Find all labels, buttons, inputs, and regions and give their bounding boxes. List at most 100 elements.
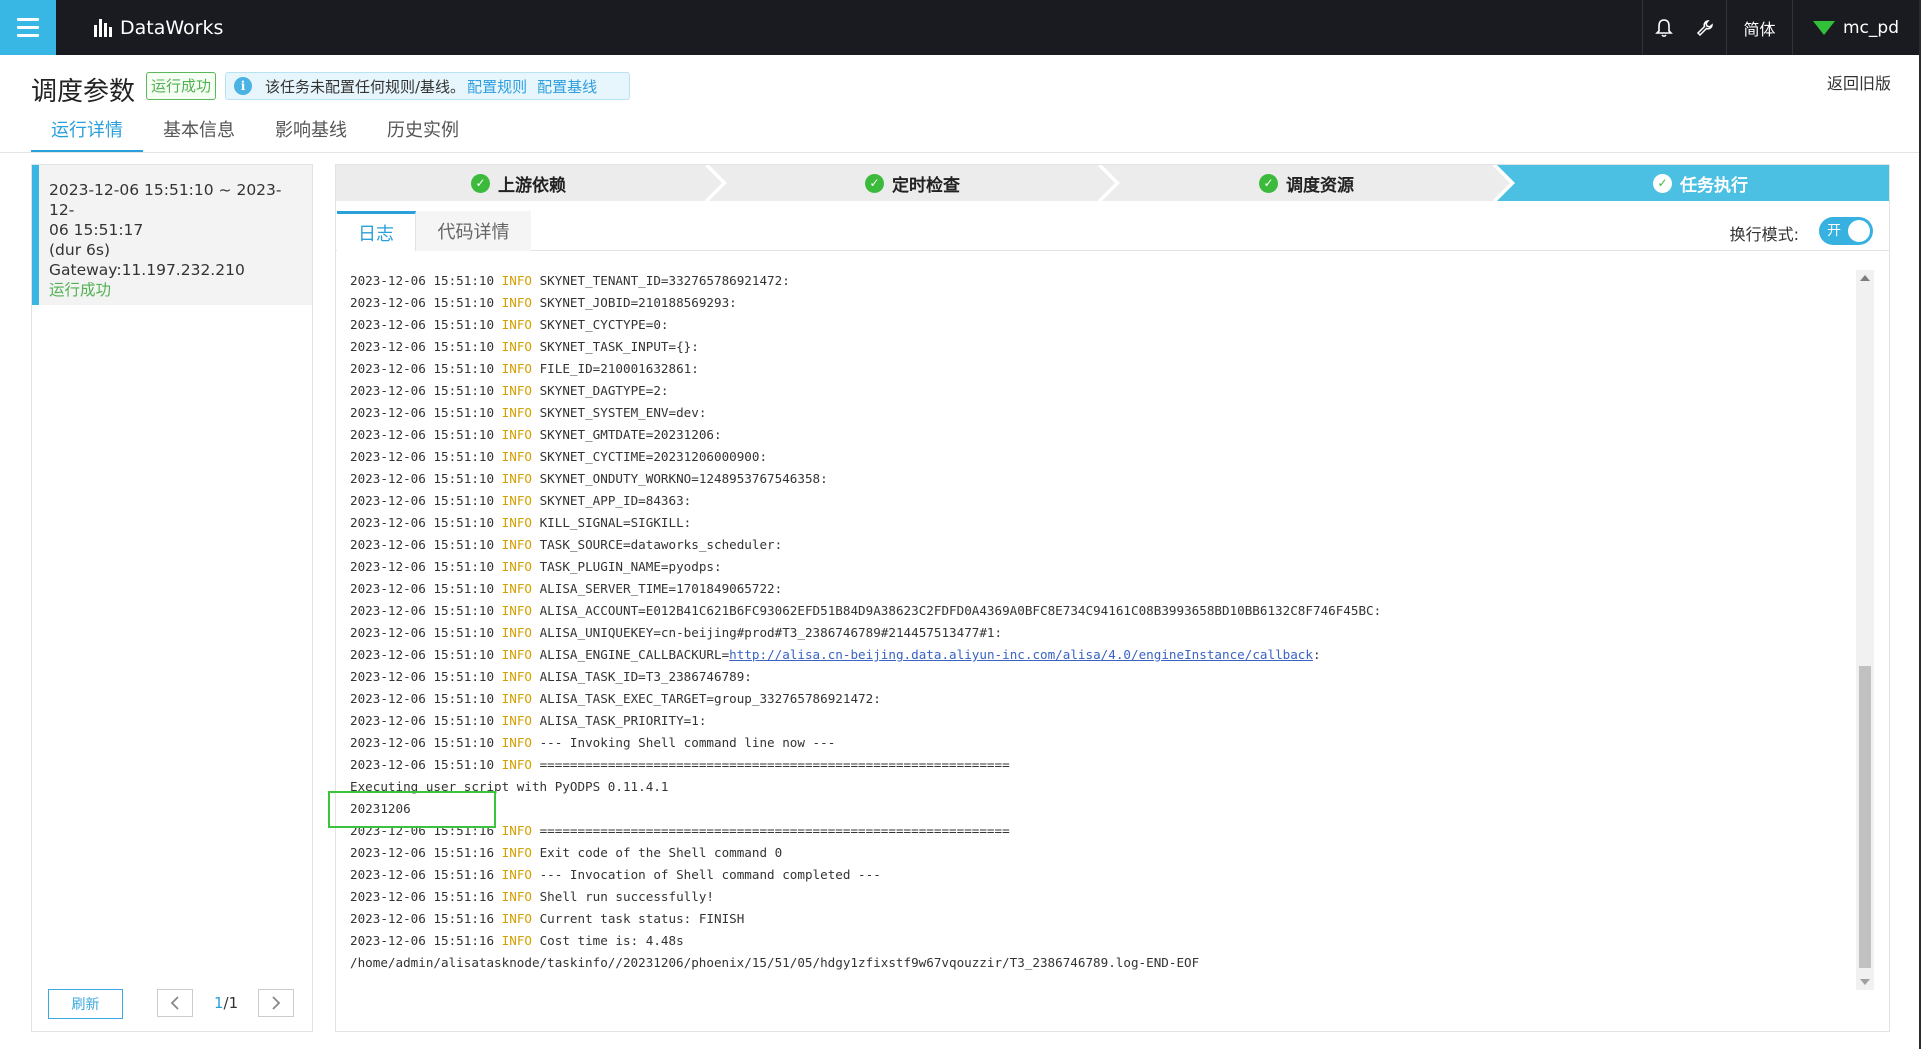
step-upstream-dependency[interactable]: ✓ 上游依赖 [471, 165, 566, 201]
username: mc_pd [1843, 17, 1899, 38]
user-badge-icon [1813, 20, 1835, 35]
log-line: 2023-12-06 15:51:10 INFO SKYNET_CYCTYPE=… [350, 314, 1860, 336]
user-menu[interactable]: mc_pd [1792, 0, 1921, 55]
log-line: 2023-12-06 15:51:16 INFO Current task st… [350, 908, 1860, 930]
log-timestamp: 2023-12-06 15:51:10 [350, 383, 495, 398]
tab-affected-baseline[interactable]: 影响基线 [255, 120, 367, 153]
wrench-icon[interactable] [1684, 0, 1726, 55]
refresh-button[interactable]: 刷新 [48, 989, 123, 1019]
log-scrollbar[interactable] [1856, 270, 1874, 990]
log-timestamp: 2023-12-06 15:51:10 [350, 295, 495, 310]
log-message: TASK_SOURCE=dataworks_scheduler: [539, 537, 783, 552]
log-line: 2023-12-06 15:51:10 INFO ALISA_UNIQUEKEY… [350, 622, 1860, 644]
log-timestamp: 2023-12-06 15:51:10 [350, 515, 495, 530]
log-message: ALISA_TASK_EXEC_TARGET=group_33276578692… [539, 691, 881, 706]
log-message: ALISA_ENGINE_CALLBACKURL= [539, 647, 730, 662]
log-message: Exit code of the Shell command 0 [539, 845, 783, 860]
status-badge: 运行成功 [146, 72, 217, 100]
main-tabs: 运行详情 基本信息 影响基线 历史实例 [31, 120, 479, 153]
log-timestamp: 2023-12-06 15:51:10 [350, 647, 495, 662]
tab-history-instances[interactable]: 历史实例 [367, 120, 479, 153]
log-level: INFO [501, 735, 532, 750]
log-message: KILL_SIGNAL=SIGKILL: [539, 515, 692, 530]
language-switch[interactable]: 简体 [1726, 0, 1792, 55]
log-level: INFO [501, 317, 532, 332]
log-message: ALISA_SERVER_TIME=1701849065722: [539, 581, 783, 596]
log-level: INFO [501, 537, 532, 552]
log-level: INFO [501, 339, 532, 354]
log-level: INFO [501, 273, 532, 288]
step-label: 定时检查 [892, 175, 960, 196]
step-label: 调度资源 [1286, 175, 1354, 196]
log-message: SKYNET_CYCTYPE=0: [539, 317, 669, 332]
callback-url-link[interactable]: http://alisa.cn-beijing.data.aliyun-inc.… [729, 647, 1313, 662]
log-line: 2023-12-06 15:51:10 INFO FILE_ID=2100016… [350, 358, 1860, 380]
log-message-suffix: : [1312, 647, 1321, 662]
log-output[interactable]: 2023-12-06 15:51:10 INFO SKYNET_TENANT_I… [350, 270, 1860, 990]
log-timestamp: 2023-12-06 15:51:10 [350, 537, 495, 552]
log-message: Shell run successfully! [539, 889, 714, 904]
scrollbar-thumb[interactable] [1859, 666, 1871, 968]
log-timestamp: 2023-12-06 15:51:10 [350, 757, 495, 772]
chevron-left-icon [170, 996, 179, 1010]
scroll-up-arrow-icon[interactable] [1860, 275, 1870, 281]
wrap-mode-label: 换行模式: [1729, 225, 1799, 244]
step-timer-check[interactable]: ✓ 定时检查 [865, 165, 960, 201]
log-timestamp: 2023-12-06 15:51:16 [350, 889, 495, 904]
log-level: INFO [501, 691, 532, 706]
log-line: 2023-12-06 15:51:10 INFO ALISA_TASK_EXEC… [350, 688, 1860, 710]
step-scheduling-resource[interactable]: ✓ 调度资源 [1259, 165, 1354, 201]
bell-icon[interactable] [1642, 0, 1684, 55]
log-level: INFO [501, 295, 532, 310]
wrap-mode-toggle[interactable]: 开 [1819, 217, 1873, 245]
log-message: SKYNET_SYSTEM_ENV=dev: [539, 405, 707, 420]
check-circle-icon: ✓ [1259, 173, 1278, 193]
log-line: Executing user script with PyODPS 0.11.4… [350, 776, 1860, 798]
tab-run-details[interactable]: 运行详情 [31, 120, 143, 153]
log-line: 2023-12-06 15:51:10 INFO ALISA_ACCOUNT=E… [350, 600, 1860, 622]
prev-page-button[interactable] [157, 989, 193, 1017]
run-duration: (dur 6s) [49, 241, 110, 259]
log-line: 2023-12-06 15:51:10 INFO ===============… [350, 754, 1860, 776]
log-line: 2023-12-06 15:51:10 INFO KILL_SIGNAL=SIG… [350, 512, 1860, 534]
log-message: SKYNET_TASK_INPUT={}: [539, 339, 699, 354]
step-label: 任务执行 [1680, 175, 1748, 196]
next-page-button[interactable] [258, 989, 294, 1017]
log-message: --- Invocation of Shell command complete… [539, 867, 881, 882]
log-timestamp: 2023-12-06 15:51:10 [350, 427, 495, 442]
tab-basic-info[interactable]: 基本信息 [143, 120, 255, 153]
log-timestamp: 2023-12-06 15:51:10 [350, 735, 495, 750]
step-task-execution[interactable]: ✓ 任务执行 [1653, 165, 1748, 201]
log-line: 2023-12-06 15:51:10 INFO SKYNET_TASK_INP… [350, 336, 1860, 358]
log-line: 2023-12-06 15:51:10 INFO SKYNET_TENANT_I… [350, 270, 1860, 292]
configure-baseline-link[interactable]: 配置基线 [537, 76, 597, 97]
tab-log[interactable]: 日志 [337, 211, 416, 251]
run-record-card[interactable]: 2023-12-06 15:51:10 ~ 2023-12- 06 15:51:… [32, 165, 312, 305]
log-raw-text: /home/admin/alisatasknode/taskinfo//2023… [350, 955, 1200, 970]
log-line: 2023-12-06 15:51:16 INFO --- Invocation … [350, 864, 1860, 886]
app-logo[interactable]: DataWorks [94, 0, 223, 55]
menu-icon[interactable] [0, 0, 56, 55]
configure-rules-link[interactable]: 配置规则 [467, 76, 527, 97]
log-level: INFO [501, 911, 532, 926]
log-message: SKYNET_APP_ID=84363: [539, 493, 692, 508]
log-level: INFO [501, 603, 532, 618]
product-name: DataWorks [120, 16, 224, 39]
log-timestamp: 2023-12-06 15:51:10 [350, 669, 495, 684]
back-to-old-version-link[interactable]: 返回旧版 [1827, 70, 1891, 94]
page-total: /1 [223, 994, 239, 1012]
tab-code-details[interactable]: 代码详情 [416, 211, 531, 251]
log-line: 2023-12-06 15:51:10 INFO TASK_SOURCE=dat… [350, 534, 1860, 556]
log-level: INFO [501, 625, 532, 640]
page-title: 调度参数 [31, 77, 136, 107]
toggle-text: 开 [1827, 223, 1841, 239]
log-line: 2023-12-06 15:51:10 INFO SKYNET_DAGTYPE=… [350, 380, 1860, 402]
log-timestamp: 2023-12-06 15:51:10 [350, 449, 495, 464]
scroll-down-arrow-icon[interactable] [1860, 979, 1870, 985]
log-level: INFO [501, 471, 532, 486]
log-level: INFO [501, 823, 532, 838]
log-message: ALISA_TASK_ID=T3_2386746789: [539, 669, 752, 684]
log-message: ALISA_ACCOUNT=E012B41C621B6FC93062EFD51B… [539, 603, 1382, 618]
execution-steps: ✓ 上游依赖 ✓ 定时检查 ✓ 调度资源 ✓ 任务执行 [336, 165, 1891, 201]
log-line: 2023-12-06 15:51:10 INFO TASK_PLUGIN_NAM… [350, 556, 1860, 578]
